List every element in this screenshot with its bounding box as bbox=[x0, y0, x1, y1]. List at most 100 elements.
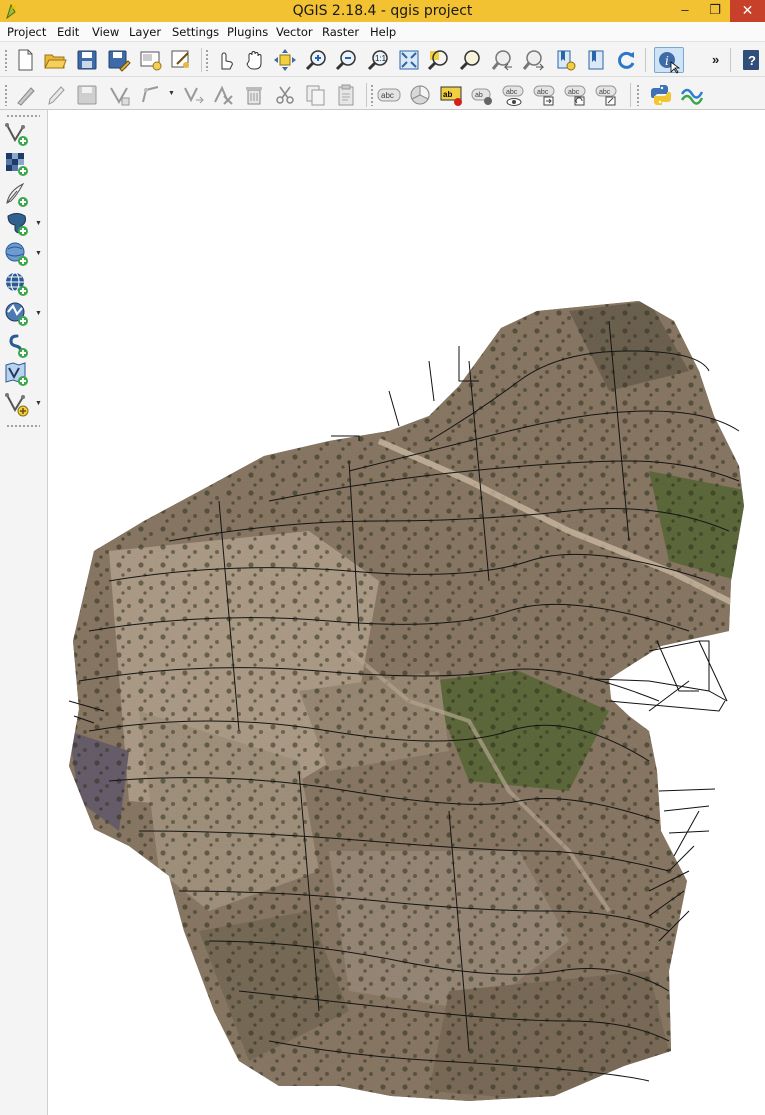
add-postgis-layer-icon[interactable] bbox=[3, 210, 33, 238]
pin-labels-icon[interactable]: ab bbox=[470, 82, 496, 108]
svg-text:abc: abc bbox=[568, 89, 580, 96]
close-button[interactable]: ✕ bbox=[730, 0, 765, 22]
postgis-dropdown[interactable]: ▼ bbox=[35, 220, 42, 227]
maximize-button[interactable]: ❐ bbox=[700, 0, 730, 22]
spatialite-dropdown[interactable]: ▼ bbox=[35, 250, 42, 257]
svg-text:abc: abc bbox=[381, 91, 394, 100]
toolbar-grip[interactable] bbox=[370, 84, 374, 106]
menu-view[interactable]: View bbox=[92, 25, 119, 39]
zoom-out-icon[interactable] bbox=[334, 47, 360, 73]
toggle-editing-icon[interactable] bbox=[42, 82, 68, 108]
pan-map-icon[interactable] bbox=[242, 47, 268, 73]
composer-manager-icon[interactable] bbox=[168, 47, 194, 73]
zoom-to-selection-icon[interactable] bbox=[426, 47, 452, 73]
zoom-last-icon[interactable] bbox=[490, 47, 516, 73]
map-canvas[interactable] bbox=[49, 111, 765, 1115]
refresh-icon[interactable] bbox=[613, 47, 639, 73]
svg-text:abc: abc bbox=[599, 89, 611, 96]
whats-this-icon[interactable]: ? bbox=[738, 47, 764, 73]
zoom-native-resolution-icon[interactable]: 1:1 bbox=[366, 47, 392, 73]
move-label-icon[interactable]: abc bbox=[532, 82, 558, 108]
toolbar-grip[interactable] bbox=[4, 49, 8, 71]
menu-bar: Project Edit View Layer Settings Plugins… bbox=[0, 22, 765, 42]
svg-text:i: i bbox=[665, 54, 669, 68]
menu-settings[interactable]: Settings bbox=[172, 25, 219, 39]
profile-tool-icon[interactable] bbox=[679, 82, 705, 108]
menu-raster[interactable]: Raster bbox=[322, 25, 359, 39]
save-as-icon[interactable] bbox=[106, 47, 132, 73]
menu-edit[interactable]: Edit bbox=[57, 25, 79, 39]
zoom-to-layer-icon[interactable] bbox=[458, 47, 484, 73]
python-console-icon[interactable] bbox=[648, 82, 674, 108]
minimize-button[interactable]: – bbox=[670, 0, 700, 22]
show-bookmarks-icon[interactable] bbox=[583, 47, 609, 73]
add-vector-layer-icon[interactable] bbox=[3, 120, 33, 148]
highlight-pinned-labels-icon[interactable]: ab bbox=[439, 82, 465, 108]
menu-vector[interactable]: Vector bbox=[276, 25, 313, 39]
svg-text:abc: abc bbox=[506, 89, 518, 96]
menu-layer[interactable]: Layer bbox=[129, 25, 161, 39]
pan-to-selection-icon[interactable] bbox=[272, 47, 298, 73]
layer-labeling-icon[interactable]: abc bbox=[376, 82, 402, 108]
copy-features-icon[interactable] bbox=[302, 82, 328, 108]
layer-diagram-icon[interactable] bbox=[407, 82, 433, 108]
add-wms-layer-icon[interactable] bbox=[3, 270, 33, 298]
node-tool-dropdown[interactable]: ▼ bbox=[168, 90, 175, 97]
toolbar-grip[interactable] bbox=[636, 84, 640, 106]
save-layer-edits-icon[interactable] bbox=[74, 82, 100, 108]
menu-project[interactable]: Project bbox=[7, 25, 46, 39]
toolbar-overflow-button[interactable]: » bbox=[712, 52, 719, 67]
menu-plugins[interactable]: Plugins bbox=[227, 25, 268, 39]
toolbar-file-and-navigation: 1:1 i » ? bbox=[0, 42, 765, 77]
svg-text:abc: abc bbox=[537, 89, 549, 96]
touch-zoom-pan-icon[interactable] bbox=[212, 47, 238, 73]
zoom-full-icon[interactable] bbox=[396, 47, 422, 73]
delete-part-icon[interactable] bbox=[210, 82, 236, 108]
new-shapefile-layer-icon[interactable] bbox=[3, 390, 33, 418]
current-edits-icon[interactable] bbox=[12, 82, 38, 108]
toolbar-separator bbox=[366, 83, 367, 107]
new-project-icon[interactable] bbox=[12, 47, 38, 73]
add-virtual-layer-icon[interactable] bbox=[3, 360, 33, 388]
add-raster-layer-icon[interactable] bbox=[3, 150, 33, 178]
orthophoto-raster bbox=[69, 301, 744, 1101]
toolbar-grip[interactable] bbox=[6, 114, 40, 118]
toolbar-separator bbox=[645, 48, 646, 72]
map-render bbox=[68, 301, 744, 1101]
zoom-in-icon[interactable] bbox=[304, 47, 330, 73]
node-tool-icon[interactable]: ▼ bbox=[138, 82, 175, 108]
svg-text:1:1: 1:1 bbox=[375, 54, 387, 63]
wcs-dropdown[interactable]: ▼ bbox=[35, 310, 42, 317]
zoom-next-icon[interactable] bbox=[521, 47, 547, 73]
toolbar-grip[interactable] bbox=[4, 84, 8, 106]
toolbar-separator bbox=[730, 48, 731, 72]
new-print-composer-icon[interactable] bbox=[138, 47, 164, 73]
paste-features-icon[interactable] bbox=[333, 82, 359, 108]
cut-features-icon[interactable] bbox=[272, 82, 298, 108]
add-delimited-text-icon[interactable] bbox=[3, 181, 33, 209]
open-project-icon[interactable] bbox=[42, 47, 68, 73]
window-title-bar: QGIS 2.18.4 - qgis project – ❐ ✕ bbox=[0, 0, 765, 22]
add-wcs-layer-icon[interactable] bbox=[3, 300, 33, 328]
add-feature-icon[interactable] bbox=[106, 82, 132, 108]
window-title: QGIS 2.18.4 - qgis project bbox=[292, 3, 473, 19]
move-feature-icon[interactable] bbox=[180, 82, 206, 108]
add-spatialite-layer-icon[interactable] bbox=[3, 240, 33, 268]
new-layer-dropdown[interactable]: ▼ bbox=[35, 400, 42, 407]
save-project-icon[interactable] bbox=[74, 47, 100, 73]
menu-help[interactable]: Help bbox=[370, 25, 396, 39]
show-hide-labels-icon[interactable]: abc bbox=[501, 82, 527, 108]
svg-text:?: ? bbox=[748, 53, 756, 68]
toolbar-grip[interactable] bbox=[6, 424, 40, 428]
svg-text:ab: ab bbox=[475, 92, 483, 99]
toolbar-grip[interactable] bbox=[205, 49, 209, 71]
new-bookmark-icon[interactable] bbox=[553, 47, 579, 73]
delete-selected-icon[interactable] bbox=[241, 82, 267, 108]
change-label-icon[interactable]: abc bbox=[594, 82, 620, 108]
add-wfs-layer-icon[interactable] bbox=[3, 332, 33, 360]
toolbar-separator bbox=[630, 83, 631, 107]
toolbar-digitize-and-labels: ▼ abc ab ab abc abc abc abc bbox=[0, 77, 765, 110]
manage-layers-toolbar: ▼ ▼ ▼ ▼ bbox=[0, 110, 48, 1115]
identify-features-icon[interactable]: i bbox=[654, 47, 684, 74]
rotate-label-icon[interactable]: abc bbox=[563, 82, 589, 108]
